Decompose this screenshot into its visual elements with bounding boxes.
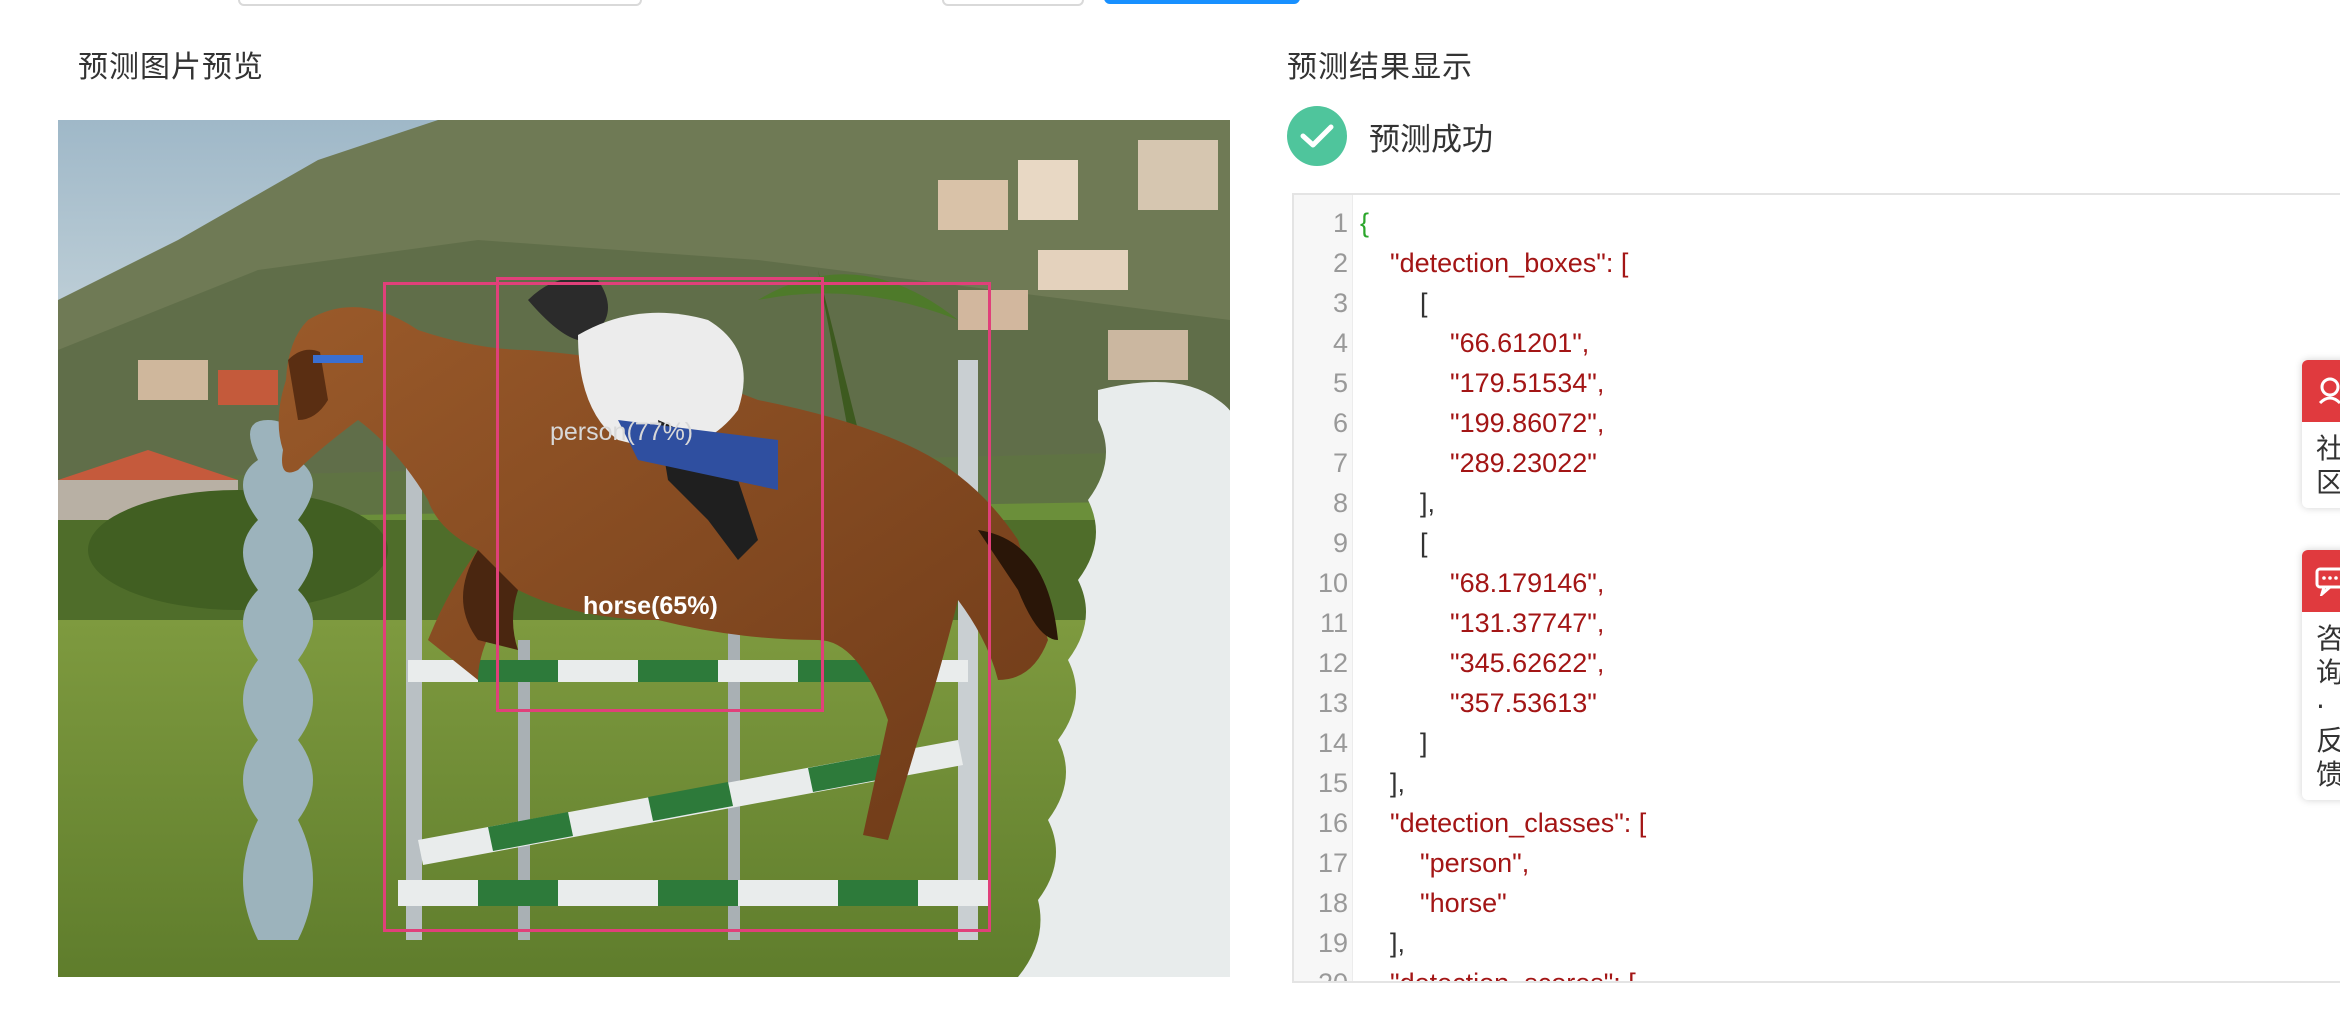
preview-title: 预测图片预览 bbox=[78, 50, 264, 85]
code-line: 19 ], bbox=[1294, 923, 2340, 963]
line-number: 7 bbox=[1332, 448, 1348, 478]
community-float-button[interactable]: 社区 bbox=[2302, 360, 2340, 508]
code-line: 3 [ bbox=[1294, 283, 2340, 323]
code-text: { bbox=[1360, 208, 1370, 238]
code-line: 4 "66.61201", bbox=[1294, 323, 2340, 363]
code-line: 12 "345.62622", bbox=[1294, 643, 2340, 683]
line-number: 20 bbox=[1317, 968, 1348, 983]
status-text: 预测成功 bbox=[1369, 121, 1493, 158]
code-line: 17 "person", bbox=[1294, 843, 2340, 883]
line-number: 3 bbox=[1332, 288, 1348, 318]
code-text: "detection_scores": [ bbox=[1360, 968, 1636, 983]
line-number: 5 bbox=[1332, 368, 1348, 398]
code-line: 20 "detection_scores": [ bbox=[1294, 963, 2340, 983]
prediction-preview-image: person(77%) horse(65%) bbox=[58, 120, 1230, 977]
select-file-button[interactable] bbox=[942, 0, 1084, 6]
file-path-input[interactable] bbox=[238, 0, 642, 6]
code-text: "66.61201", bbox=[1360, 328, 1590, 358]
code-line: 11 "131.37747", bbox=[1294, 603, 2340, 643]
horse-detection-label: horse(65%) bbox=[583, 592, 718, 620]
code-line: 13 "357.53613" bbox=[1294, 683, 2340, 723]
line-number: 11 bbox=[1319, 608, 1348, 638]
result-title: 预测结果显示 bbox=[1287, 50, 1473, 85]
code-line: 1{ bbox=[1294, 203, 2340, 243]
code-text: [ bbox=[1360, 528, 1428, 558]
line-number: 12 bbox=[1317, 648, 1348, 678]
code-line: 16 "detection_classes": [ bbox=[1294, 803, 2340, 843]
code-text: "detection_boxes": [ bbox=[1360, 248, 1629, 278]
line-number: 16 bbox=[1317, 808, 1348, 838]
json-result-viewer[interactable]: 1{2 "detection_boxes": [3 [4 "66.61201",… bbox=[1292, 193, 2340, 983]
code-text: ], bbox=[1360, 488, 1436, 518]
person-bounding-box bbox=[496, 277, 824, 712]
code-line: 5 "179.51534", bbox=[1294, 363, 2340, 403]
code-line: 6 "199.86072", bbox=[1294, 403, 2340, 443]
person-detection-label: person(77%) bbox=[550, 418, 694, 446]
top-toolbar bbox=[0, 0, 2340, 8]
code-text: ] bbox=[1360, 728, 1428, 758]
line-number: 1 bbox=[1332, 208, 1348, 238]
code-line: 10 "68.179146", bbox=[1294, 563, 2340, 603]
feedback-label: 咨询·反馈 bbox=[2316, 622, 2340, 791]
code-text: "179.51534", bbox=[1360, 368, 1605, 398]
feedback-float-button[interactable]: 咨询·反馈 bbox=[2302, 550, 2340, 800]
line-number: 6 bbox=[1332, 408, 1348, 438]
code-text: "289.23022" bbox=[1360, 448, 1597, 478]
code-line: 8 ], bbox=[1294, 483, 2340, 523]
line-number: 4 bbox=[1332, 328, 1348, 358]
code-text: "horse" bbox=[1360, 888, 1507, 918]
predict-button[interactable] bbox=[1104, 0, 1300, 4]
line-number: 14 bbox=[1317, 728, 1348, 758]
check-icon bbox=[1287, 106, 1347, 166]
code-line: 15 ], bbox=[1294, 763, 2340, 803]
code-line: 7 "289.23022" bbox=[1294, 443, 2340, 483]
line-number: 2 bbox=[1332, 248, 1348, 278]
line-number: 10 bbox=[1317, 568, 1348, 598]
code-text: "199.86072", bbox=[1360, 408, 1605, 438]
code-text: ], bbox=[1360, 768, 1406, 798]
code-text: "357.53613" bbox=[1360, 688, 1597, 718]
prediction-status: 预测成功 bbox=[1287, 106, 1493, 166]
code-text: "person", bbox=[1360, 848, 1530, 878]
code-text: "345.62622", bbox=[1360, 648, 1605, 678]
code-text: ], bbox=[1360, 928, 1406, 958]
line-number: 15 bbox=[1317, 768, 1348, 798]
line-number: 13 bbox=[1317, 688, 1348, 718]
code-text: "131.37747", bbox=[1360, 608, 1605, 638]
code-text: "68.179146", bbox=[1360, 568, 1605, 598]
line-number: 17 bbox=[1317, 848, 1348, 878]
line-number: 19 bbox=[1317, 928, 1348, 958]
line-number: 18 bbox=[1317, 888, 1348, 918]
code-line: 2 "detection_boxes": [ bbox=[1294, 243, 2340, 283]
community-label: 社区 bbox=[2316, 432, 2340, 499]
code-line: 18 "horse" bbox=[1294, 883, 2340, 923]
line-number: 8 bbox=[1332, 488, 1348, 518]
line-number: 9 bbox=[1332, 528, 1348, 558]
code-line: 14 ] bbox=[1294, 723, 2340, 763]
community-icon bbox=[2302, 360, 2340, 422]
chat-icon bbox=[2302, 550, 2340, 612]
code-text: [ bbox=[1360, 288, 1428, 318]
code-line: 9 [ bbox=[1294, 523, 2340, 563]
code-text: "detection_classes": [ bbox=[1360, 808, 1647, 838]
